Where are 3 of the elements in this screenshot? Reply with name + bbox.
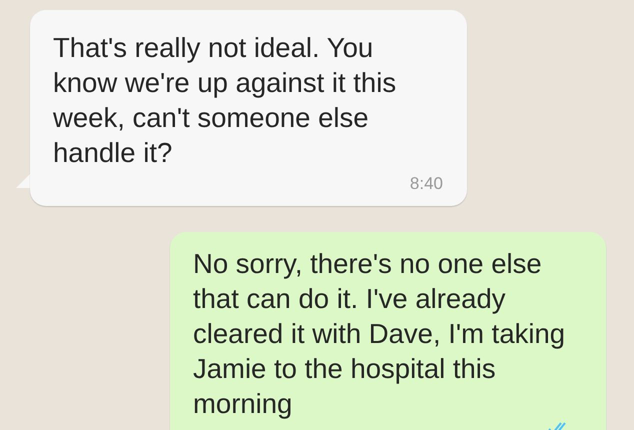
message-text: That's really not ideal. You know we're up against it this week, can't someone else handle it? — [53, 31, 398, 170]
message-time: 8:40 — [410, 174, 443, 194]
message-text: No sorry, there's no one else that can do it. I've already cleared it with Dave, I'm taking Jamie to the hospital this morning — [193, 247, 566, 421]
